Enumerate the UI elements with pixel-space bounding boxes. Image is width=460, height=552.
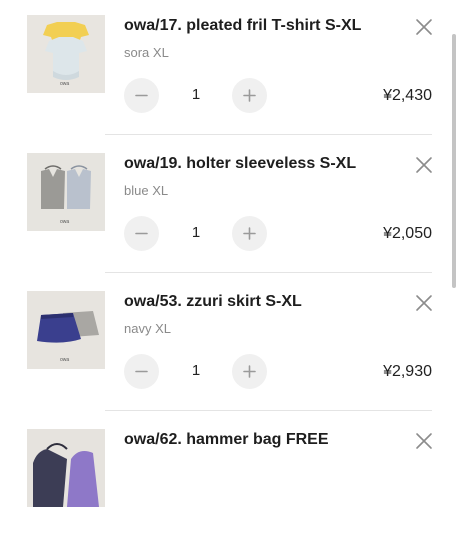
increase-quantity-button[interactable] xyxy=(232,354,267,389)
quantity-value: 1 xyxy=(191,86,201,103)
item-price: ¥2,050 xyxy=(383,225,432,242)
item-divider xyxy=(105,134,432,135)
product-variant: blue XL xyxy=(124,183,169,198)
thumbnail-caption: owa xyxy=(60,357,70,363)
plus-icon xyxy=(243,89,256,102)
decrease-quantity-button[interactable] xyxy=(124,216,159,251)
product-thumbnail[interactable]: owa xyxy=(27,15,105,93)
quantity-value: 1 xyxy=(191,224,201,241)
remove-item-button[interactable] xyxy=(414,431,434,451)
product-variant: navy XL xyxy=(124,321,171,336)
minus-icon xyxy=(135,370,148,373)
item-price: ¥2,430 xyxy=(383,87,432,104)
close-icon xyxy=(416,295,432,311)
product-name[interactable]: owa/62. hammer bag FREE xyxy=(124,431,329,449)
increase-quantity-button[interactable] xyxy=(232,216,267,251)
product-thumbnail[interactable]: owa xyxy=(27,291,105,369)
cart-item: owa owa/17. pleated fril T-shirt S-XL so… xyxy=(0,0,460,138)
scrollbar[interactable] xyxy=(452,34,456,288)
decrease-quantity-button[interactable] xyxy=(124,354,159,389)
cart-item: owa/62. hammer bag FREE xyxy=(0,414,460,552)
product-thumbnail[interactable]: owa xyxy=(27,153,105,231)
product-name[interactable]: owa/53. zzuri skirt S-XL xyxy=(124,293,302,311)
item-price: ¥2,930 xyxy=(383,363,432,380)
bag-photo xyxy=(27,429,105,507)
remove-item-button[interactable] xyxy=(414,293,434,313)
minus-icon xyxy=(135,232,148,235)
thumbnail-caption: owa xyxy=(60,219,70,225)
plus-icon xyxy=(243,365,256,378)
product-thumbnail[interactable] xyxy=(27,429,105,507)
product-name[interactable]: owa/17. pleated fril T-shirt S-XL xyxy=(124,17,361,35)
cart-item: owa owa/19. holter sleeveless S-XL blue … xyxy=(0,138,460,276)
item-divider xyxy=(105,272,432,273)
remove-item-button[interactable] xyxy=(414,155,434,175)
close-icon xyxy=(416,157,432,173)
close-icon xyxy=(416,433,432,449)
close-icon xyxy=(416,19,432,35)
increase-quantity-button[interactable] xyxy=(232,78,267,113)
plus-icon xyxy=(243,227,256,240)
remove-item-button[interactable] xyxy=(414,17,434,37)
minus-icon xyxy=(135,94,148,97)
product-name[interactable]: owa/19. holter sleeveless S-XL xyxy=(124,155,356,173)
cart-list: owa owa/17. pleated fril T-shirt S-XL so… xyxy=(0,0,460,507)
product-variant: sora XL xyxy=(124,45,169,60)
decrease-quantity-button[interactable] xyxy=(124,78,159,113)
thumbnail-caption: owa xyxy=(60,81,70,87)
quantity-value: 1 xyxy=(191,362,201,379)
cart-item: owa owa/53. zzuri skirt S-XL navy XL 1 ¥… xyxy=(0,276,460,414)
item-divider xyxy=(105,410,432,411)
